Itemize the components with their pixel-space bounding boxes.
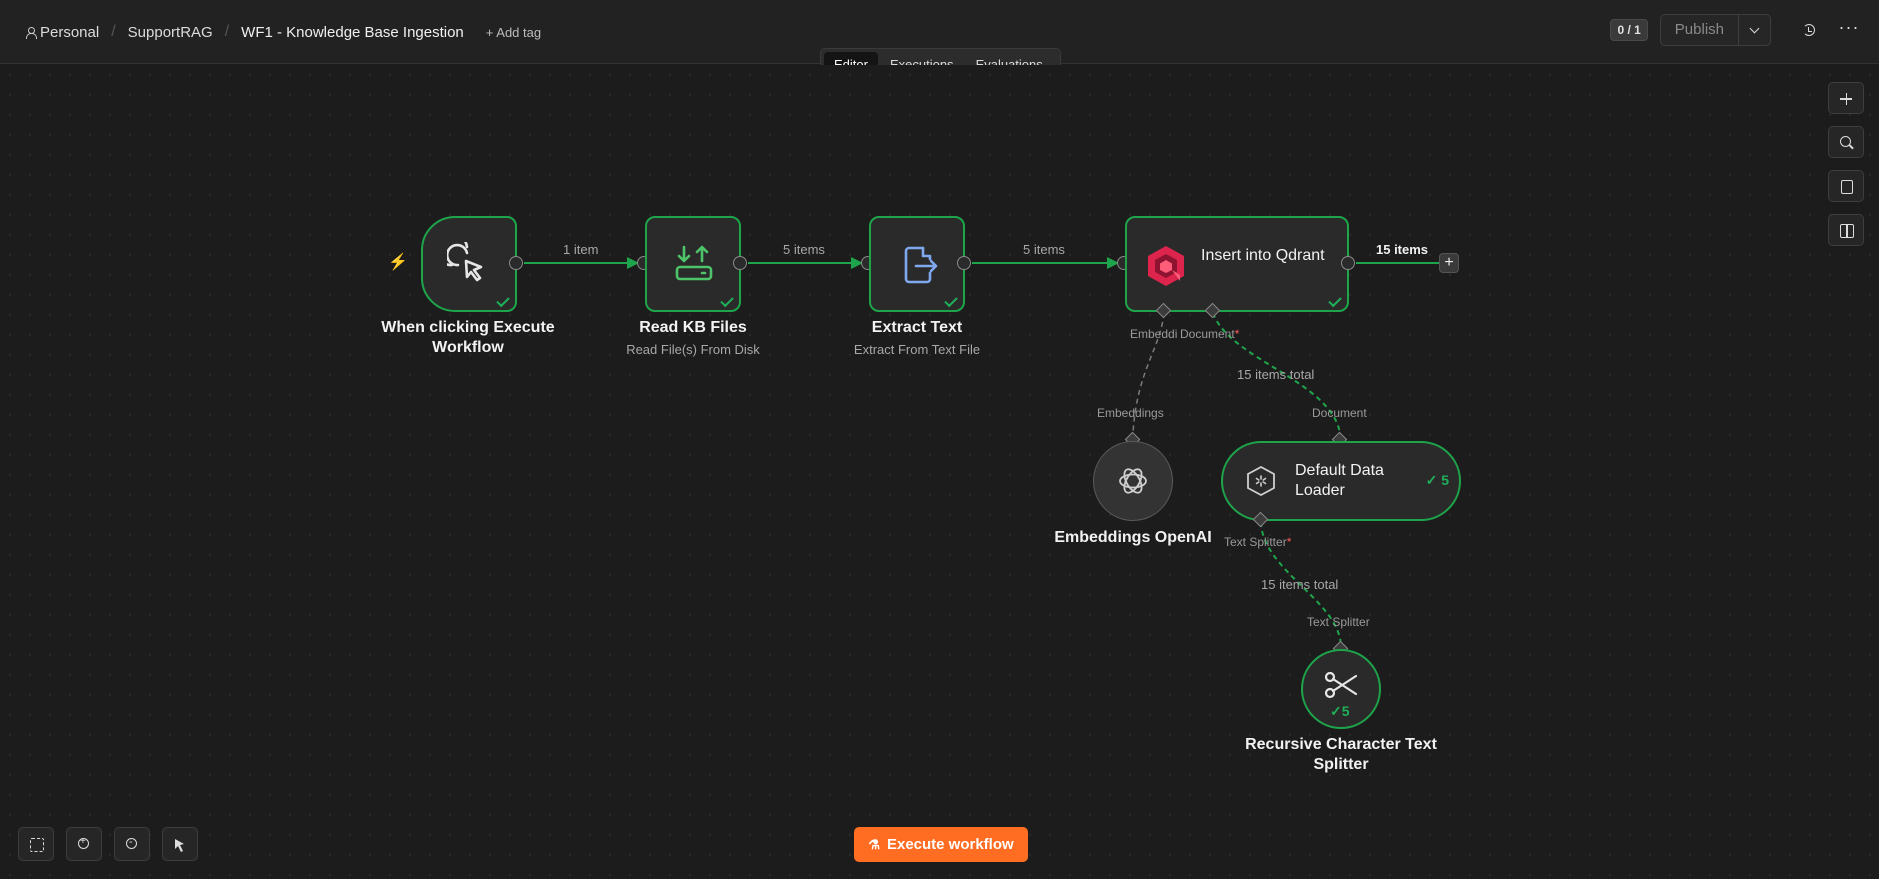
node-read-kb-files[interactable]	[645, 216, 741, 312]
run-count-badge: ✓ 5	[1425, 472, 1449, 488]
zoom-in-icon[interactable]	[66, 827, 102, 861]
node-text-splitter[interactable]: ✓5	[1301, 649, 1381, 729]
sticky-note-icon[interactable]	[1828, 170, 1864, 202]
zoom-out-icon[interactable]	[114, 827, 150, 861]
output-handle[interactable]	[733, 256, 747, 270]
edge-label-qdrant-output: 15 items	[1376, 242, 1429, 257]
scissors-icon	[1324, 671, 1358, 699]
add-node-button[interactable]: +	[1439, 253, 1459, 273]
run-count-badge: ✓5	[1330, 703, 1350, 719]
canvas-zoom-controls	[18, 827, 198, 861]
file-export-icon	[904, 246, 938, 284]
node-title-extract: Extract Text	[871, 319, 963, 336]
panel-toggle-icon[interactable]	[1828, 214, 1864, 246]
add-node-icon[interactable]	[1828, 82, 1864, 114]
qdrant-logo-icon	[1148, 246, 1184, 286]
edge-label-trigger-read: 1 item	[563, 242, 599, 257]
port-label-document: Document*	[1180, 327, 1240, 341]
cursor-click-icon	[447, 242, 483, 282]
edge-label-read-extract: 5 items	[783, 242, 825, 257]
port-label-embedding: Embeddi	[1130, 327, 1178, 341]
node-manual-trigger[interactable]	[421, 216, 517, 312]
port-label-loader-top: Document	[1312, 406, 1367, 420]
node-extract-text[interactable]	[869, 216, 965, 312]
success-check-icon	[720, 293, 734, 308]
file-transfer-icon	[675, 245, 713, 281]
output-handle[interactable]	[1341, 256, 1355, 270]
node-title-embeddings: Embeddings OpenAI	[1054, 529, 1212, 546]
search-icon[interactable]	[1828, 126, 1864, 158]
hexagon-icon	[1247, 465, 1275, 497]
node-subtitle-read-files: Read File(s) From Disk	[626, 342, 760, 357]
edge-label-loader-qdrant: 15 items total	[1237, 367, 1315, 382]
node-title-qdrant: Insert into Qdrant	[1201, 247, 1325, 264]
output-handle[interactable]	[509, 256, 523, 270]
edge-label-extract-qdrant: 5 items	[1023, 242, 1065, 257]
node-title-loader: Default Data Loader	[1295, 462, 1384, 499]
port-label-embeddings-top: Embeddings	[1097, 406, 1164, 420]
edge-label-splitter-loader: 15 items total	[1261, 577, 1339, 592]
execute-workflow-label: Execute workflow	[886, 836, 1014, 853]
success-check-icon	[1328, 293, 1342, 308]
lightning-icon: ⚡	[388, 254, 408, 271]
flask-icon: ⚗	[868, 837, 880, 852]
node-title-trigger: When clicking Execute Workflow	[381, 319, 555, 356]
output-handle[interactable]	[957, 256, 971, 270]
node-subtitle-extract: Extract From Text File	[853, 342, 981, 357]
success-check-icon	[944, 293, 958, 308]
success-check-icon	[496, 293, 510, 308]
node-default-data-loader[interactable]: Default Data Loader ✓ 5	[1221, 441, 1461, 521]
openai-logo-icon	[1119, 468, 1147, 494]
connections-layer	[524, 257, 1442, 646]
node-insert-qdrant[interactable]: Insert into Qdrant	[1125, 216, 1349, 312]
tidy-up-icon[interactable]	[162, 827, 198, 861]
execute-workflow-button[interactable]: ⚗ Execute workflow	[854, 827, 1028, 862]
port-label-splitter-top: Text Splitter	[1307, 615, 1370, 629]
fit-view-icon[interactable]	[18, 827, 54, 861]
port-label-text-splitter: Text Splitter*	[1224, 535, 1292, 549]
node-title-splitter: Recursive Character Text Splitter	[1245, 736, 1437, 773]
node-title-read-files: Read KB Files	[639, 319, 747, 336]
node-embeddings-openai[interactable]	[1093, 441, 1173, 521]
canvas-side-toolbar	[1828, 82, 1864, 246]
